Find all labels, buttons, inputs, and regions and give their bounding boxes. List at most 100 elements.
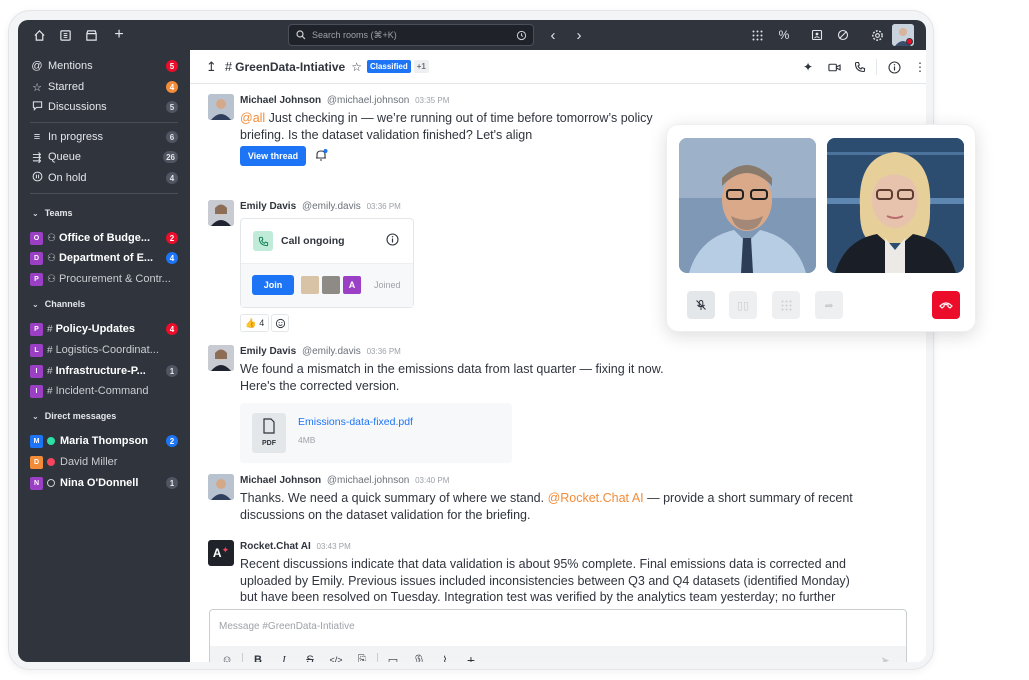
search-input[interactable]: Search rooms (⌘+K): [288, 24, 534, 46]
send-icon[interactable]: ➤: [872, 654, 898, 663]
participant-video[interactable]: [827, 138, 964, 273]
phone-icon[interactable]: [852, 59, 868, 75]
joined-label: Joined: [374, 280, 401, 290]
author-name[interactable]: Emily Davis: [240, 346, 296, 357]
back-icon[interactable]: ‹: [544, 26, 562, 44]
attachment-icon[interactable]: ⌇: [432, 654, 458, 663]
mention[interactable]: @all: [240, 111, 265, 125]
thumbs-up-emoji: 👍: [245, 317, 257, 328]
author-name[interactable]: Michael Johnson: [240, 475, 321, 486]
sidebar-item-discussions[interactable]: Discussions 5: [18, 97, 190, 117]
view-thread-button[interactable]: View thread: [240, 146, 306, 166]
sidebar-item-channel[interactable]: I # Incident-Command: [18, 381, 190, 401]
sidebar-item-mentions[interactable]: @ Mentions 5: [18, 56, 190, 76]
sidebar-item-team[interactable]: P ⚇ Procurement & Contr...: [18, 269, 190, 289]
unread-badge: 2: [166, 435, 178, 447]
back-arrow-icon[interactable]: ↥: [206, 59, 217, 75]
hold-icon[interactable]: ▯▯: [729, 291, 757, 319]
sidebar-item-dm[interactable]: M Maria Thompson 2: [18, 431, 190, 451]
bold-icon[interactable]: B: [245, 654, 271, 662]
plus-icon[interactable]: +: [110, 26, 128, 44]
video-message-icon[interactable]: ▭: [380, 654, 406, 663]
sidebar-item-starred[interactable]: ☆ Starred 4: [18, 77, 190, 97]
pdf-file-icon: PDF: [252, 413, 286, 453]
add-reaction-icon[interactable]: [271, 314, 289, 332]
teams-header[interactable]: ⌄ Teams: [32, 208, 73, 218]
mute-microphone-icon[interactable]: [687, 291, 715, 319]
sidebar-item-in-progress[interactable]: ≡ In progress 6: [18, 127, 190, 147]
message-composer[interactable]: Message #GreenData-Intiative ☺ B I S </>…: [209, 609, 907, 662]
file-size: 4MB: [298, 435, 316, 445]
forward-icon[interactable]: ›: [570, 26, 588, 44]
file-attachment[interactable]: PDF Emissions-data-fixed.pdf 4MB: [240, 403, 512, 463]
plus-icon[interactable]: +: [458, 652, 484, 662]
bell-notification-icon[interactable]: [314, 148, 330, 164]
direct-messages-header[interactable]: ⌄ Direct messages: [32, 411, 116, 421]
settings-icon[interactable]: [868, 26, 886, 44]
sidebar-item-team[interactable]: D ⚇ Department of E... 4: [18, 248, 190, 268]
code-block-icon[interactable]: ⎘: [349, 654, 375, 663]
chevron-down-icon: ⌄: [32, 208, 39, 218]
info-icon[interactable]: [386, 233, 399, 251]
avatar[interactable]: [208, 200, 234, 226]
emoji-icon[interactable]: ☺: [214, 654, 240, 662]
sidebar-item-label: Nina O'Donnell: [60, 477, 139, 489]
sidebar-item-team[interactable]: O ⚇ Office of Budge... 2: [18, 228, 190, 248]
channels-header[interactable]: ⌄ Channels: [32, 299, 85, 309]
contact-icon[interactable]: [808, 26, 826, 44]
sidebar-item-label: David Miller: [60, 456, 118, 468]
reaction[interactable]: 👍 4: [240, 314, 270, 332]
directory-icon[interactable]: [56, 26, 74, 44]
kebab-menu-icon[interactable]: ⋮: [912, 59, 926, 75]
avatar[interactable]: [208, 94, 234, 120]
user-avatar[interactable]: [892, 24, 914, 46]
sidebar-item-channel[interactable]: I # Infrastructure-P... 1: [18, 361, 190, 381]
sidebar-item-label: On hold: [48, 172, 87, 184]
author-name[interactable]: Emily Davis: [240, 201, 296, 212]
mention[interactable]: @Rocket.Chat AI: [548, 491, 644, 505]
hashtag-lock-icon: #: [47, 365, 53, 377]
sidebar-item-queue[interactable]: ⇶ Queue 26: [18, 147, 190, 167]
call-title: Call ongoing: [281, 235, 345, 247]
video-call-icon[interactable]: [826, 59, 842, 75]
home-icon[interactable]: [30, 26, 48, 44]
timestamp: 03:43 PM: [316, 542, 351, 551]
sidebar-item-dm[interactable]: N Nina O'Donnell 1: [18, 473, 190, 493]
sidebar-item-label: Infrastructure-P...: [55, 365, 146, 377]
unread-badge: 5: [166, 101, 178, 113]
join-call-button[interactable]: Join: [252, 275, 294, 295]
author-name[interactable]: Michael Johnson: [240, 95, 321, 106]
marketplace-icon[interactable]: [82, 26, 100, 44]
strikethrough-icon[interactable]: S: [297, 654, 323, 662]
team-avatar: D: [30, 251, 43, 265]
sidebar-item-channel[interactable]: L # Logistics-Coordinat...: [18, 340, 190, 360]
history-icon[interactable]: [516, 30, 527, 41]
hang-up-button[interactable]: [932, 291, 960, 319]
info-icon[interactable]: [886, 59, 902, 75]
team-icon: ⚇: [47, 273, 56, 285]
divider: [377, 653, 378, 662]
apps-icon[interactable]: [748, 26, 766, 44]
dialpad-icon[interactable]: [772, 291, 800, 319]
participant-video[interactable]: [679, 138, 816, 273]
file-name-link[interactable]: Emissions-data-fixed.pdf: [298, 416, 413, 428]
rocket-chat-ai-avatar[interactable]: A ✦: [208, 540, 234, 566]
avatar[interactable]: [208, 345, 234, 371]
ai-sparkle-icon[interactable]: ✦: [800, 59, 816, 75]
microphone-icon[interactable]: 🎙: [406, 654, 432, 663]
status-icon[interactable]: [834, 26, 852, 44]
sidebar-item-on-hold[interactable]: On hold 4: [18, 168, 190, 188]
sidebar-item-label: Office of Budge...: [58, 232, 151, 244]
code-icon[interactable]: </>: [323, 655, 349, 662]
sidebar-item-channel[interactable]: P # Policy-Updates 4: [18, 319, 190, 339]
message: Michael Johnson @michael.johnson 03:40 P…: [208, 474, 908, 530]
forward-call-icon[interactable]: ➦: [815, 291, 843, 319]
sidebar-item-dm[interactable]: D David Miller: [18, 452, 190, 472]
italic-icon[interactable]: I: [271, 654, 297, 662]
avatar[interactable]: [208, 474, 234, 500]
author-name[interactable]: Rocket.Chat AI: [240, 541, 311, 552]
percent-icon[interactable]: %: [775, 26, 793, 44]
message-text: but have been resolved on Tuesday. Integ…: [240, 590, 836, 604]
star-icon[interactable]: ☆: [351, 60, 362, 74]
participants: A: [301, 276, 364, 294]
